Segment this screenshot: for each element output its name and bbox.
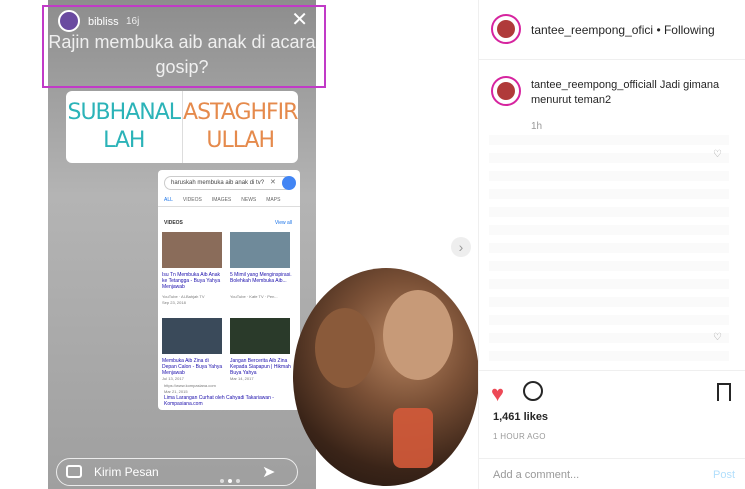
comment-avatar[interactable] (491, 76, 521, 106)
search-tab: ALL (164, 197, 173, 203)
post-age: 1 HOUR AGO (493, 432, 546, 441)
videos-header: VIDEOS (164, 220, 183, 226)
video-date: Sep 23, 2018 (162, 300, 186, 305)
instagram-post-view: bibliss 16j ✕ Rajin membuka aib anak di … (0, 0, 745, 489)
post-media: bibliss 16j ✕ Rajin membuka aib anak di … (0, 0, 478, 489)
caption: tantee_reempong_officiall Jadi gimana me… (531, 78, 721, 108)
result-title: Lima Larangan Curhat oleh Cahyadi Takari… (164, 395, 274, 407)
search-icon (282, 176, 296, 190)
bookmark-icon[interactable] (717, 383, 731, 401)
video-title: Membuka Aib Zina di Depan Calon - Buya Y… (162, 358, 223, 376)
search-tab: IMAGES (211, 197, 232, 203)
video-thumbnail (230, 318, 290, 354)
post-actions: ♥ 1,461 likes 1 HOUR AGO Add a comment..… (479, 370, 745, 489)
post-button[interactable]: Post (713, 469, 735, 481)
person-photo (315, 308, 375, 388)
comment-bar: Add a comment... Post (479, 458, 745, 489)
post-sidebar: tantee_reempong_ofici • Following tantee… (478, 0, 745, 489)
divider (158, 206, 300, 207)
inset-photo (293, 268, 478, 486)
person-photo (383, 290, 453, 380)
search-tab: MAPS (266, 197, 281, 203)
poll-sticker: SUBHANAL LAH ASTAGHFIR ULLAH (66, 91, 298, 163)
drink-photo (393, 408, 433, 468)
story-dots (220, 479, 240, 483)
comment-like-icon[interactable]: ♡ (713, 149, 722, 160)
following-status[interactable]: • Following (656, 23, 714, 37)
account-name[interactable]: tantee_reempong_ofici (531, 23, 653, 37)
video-title: 5 Mimil yang Menginspirasi. Bolehkah Mem… (230, 272, 292, 284)
video-thumbnail (230, 232, 290, 268)
search-tab: NEWS (241, 197, 257, 203)
clear-icon: ✕ (270, 179, 276, 186)
highlight-box (42, 5, 326, 88)
next-arrow-icon[interactable]: › (451, 237, 471, 257)
comment-input[interactable]: Add a comment... (493, 469, 579, 481)
caption-user[interactable]: tantee_reempong_officiall (531, 79, 657, 91)
video-date: Mar 14, 2017 (230, 376, 254, 381)
post-header: tantee_reempong_ofici • Following (479, 0, 745, 60)
message-placeholder: Kirim Pesan (94, 465, 159, 479)
view-all-link: View all (274, 220, 292, 226)
avatar[interactable] (491, 14, 521, 44)
video-source: YouTube · Kafe TV · Pen... (230, 294, 278, 299)
search-result-card: haruskah membuka aib anak di tv? ✕ ALL V… (158, 170, 300, 410)
account-line: tantee_reempong_ofici • Following (531, 23, 715, 37)
heart-icon[interactable]: ♥ (491, 381, 504, 407)
video-date: Jul 13, 2017 (162, 376, 184, 381)
search-tabs: ALL VIDEOS IMAGES NEWS MAPS (164, 197, 280, 203)
web-result: https://www.kompasiana.com Mar 21, 2015 … (164, 383, 294, 410)
video-title: Isu Tn Membuka Aib Anak ke Tetangga - Bu… (162, 272, 221, 290)
video-thumbnail (162, 318, 222, 354)
video-title: Jangan Bercerita Aib Zina Kepada Siapapu… (230, 358, 291, 376)
blurred-comments (489, 135, 729, 365)
like-count[interactable]: 1,461 likes (493, 411, 548, 423)
video-source: YouTube · Al-Bahjah TV (162, 294, 205, 299)
video-thumbnail (162, 232, 222, 268)
camera-icon (66, 465, 82, 478)
poll-option-b: ASTAGHFIR ULLAH (183, 100, 298, 153)
comment-like-icon[interactable]: ♡ (713, 332, 722, 343)
comment-icon[interactable] (523, 381, 543, 401)
poll-option-a: SUBHANAL LAH (66, 91, 183, 163)
caption-time: 1h (531, 121, 543, 132)
search-tab: VIDEOS (182, 197, 202, 203)
send-icon: ➤ (262, 464, 276, 481)
